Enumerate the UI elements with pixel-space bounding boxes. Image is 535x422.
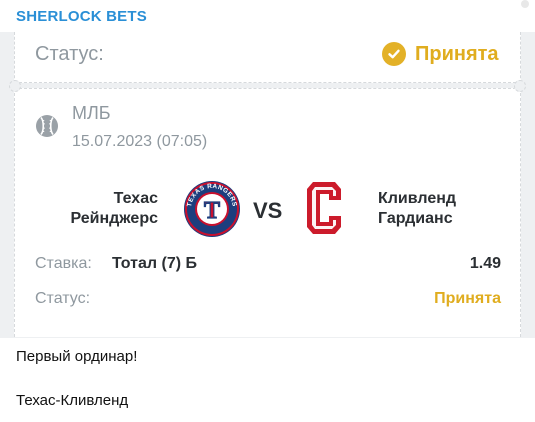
more-menu-dot[interactable] xyxy=(521,0,529,8)
bet-label: Ставка: xyxy=(35,255,92,272)
status-accepted-top: Принята xyxy=(382,40,499,68)
texas-rangers-logo: TEXAS RANGERS T xyxy=(184,181,240,237)
message-line-1: Первый ординар! xyxy=(16,348,138,365)
match-datetime: 15.07.2023 (07:05) xyxy=(72,133,208,150)
baseball-icon xyxy=(36,115,58,137)
status-value: Принята xyxy=(434,290,501,307)
ticket-notch-right xyxy=(514,80,526,92)
home-team-name: Техас Рейнджерс xyxy=(70,190,158,227)
status-accepted-top-label: Принята xyxy=(415,42,499,65)
status-label: Статус: xyxy=(35,290,91,307)
ticket-notch-left xyxy=(9,80,21,92)
vs-label: VS xyxy=(253,198,283,223)
rangers-logo-letter: T xyxy=(204,198,220,224)
odds-value: 1.49 xyxy=(469,255,501,272)
check-circle-icon xyxy=(382,42,406,66)
league-name: МЛБ xyxy=(72,103,111,123)
bet-value: Тотал (7) Б xyxy=(112,255,197,272)
status-label-top: Статус: xyxy=(35,43,104,65)
channel-name[interactable]: SHERLOCK BETS xyxy=(16,8,147,25)
away-team-name: Кливленд Гардианс xyxy=(378,190,457,227)
cleveland-guardians-logo: C xyxy=(307,182,341,234)
message-line-2: Техас-Кливленд xyxy=(16,392,129,409)
